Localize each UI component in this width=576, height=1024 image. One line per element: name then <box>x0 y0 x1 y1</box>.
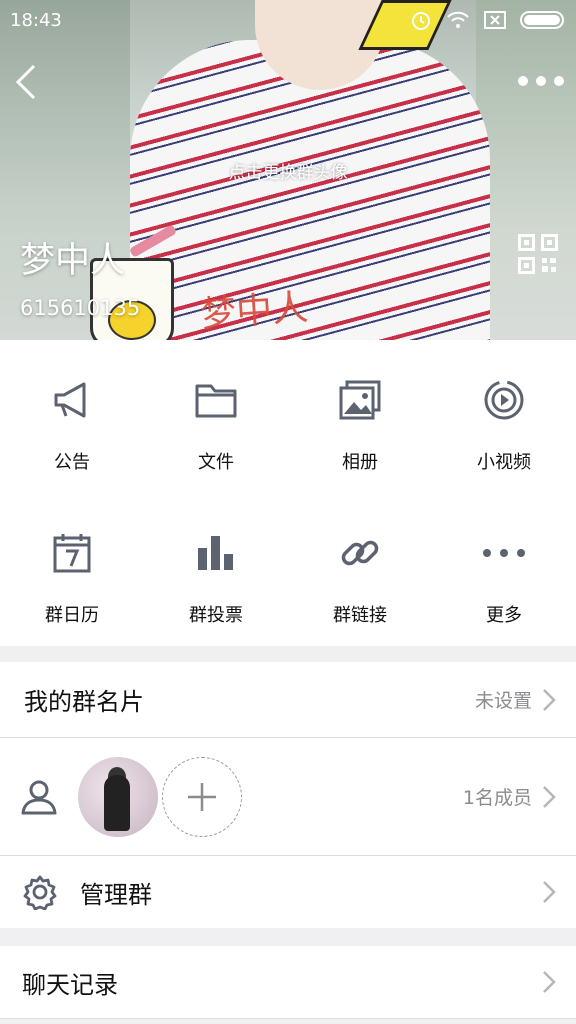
photo-album-icon <box>338 378 382 422</box>
grid-item-announcement[interactable]: 公告 <box>0 340 144 493</box>
grid-item-label: 相册 <box>342 452 378 473</box>
grid-item-vote[interactable]: 群投票 <box>144 493 288 646</box>
row-divider <box>0 1018 576 1019</box>
status-time: 18:43 <box>10 9 62 31</box>
gear-icon <box>23 875 57 910</box>
link-icon <box>338 531 382 575</box>
grid-item-calendar[interactable]: 群日历 <box>0 493 144 646</box>
manage-group-label: 管理群 <box>80 880 152 909</box>
chat-history-chevron-group <box>542 970 556 994</box>
grid-item-short-video[interactable]: 小视频 <box>432 340 576 493</box>
chevron-right-icon <box>543 785 556 808</box>
bar-chart-icon <box>194 531 238 575</box>
more-dots-icon <box>482 531 526 575</box>
chevron-right-icon <box>543 971 556 993</box>
grid-item-label: 公告 <box>54 452 90 473</box>
members-count: 1名成员 <box>462 787 532 809</box>
battery-icon <box>520 11 566 29</box>
grid-item-label: 文件 <box>198 452 234 473</box>
chevron-right-icon <box>543 881 556 903</box>
members-count-group: 1名成员 <box>463 783 556 810</box>
add-member-button[interactable] <box>162 756 242 837</box>
my-group-card-row[interactable]: 我的群名片 未设置 <box>0 662 576 737</box>
group-header: 梦中人 18:43 点击更换群头像 梦中人 615610135 <box>0 0 576 340</box>
dot-icon <box>554 76 564 86</box>
grid-item-label: 群链接 <box>333 605 387 626</box>
manage-group-row[interactable]: 管理群 <box>0 856 576 928</box>
sim-off-icon <box>484 11 506 29</box>
photo-caption: 梦中人 <box>198 287 310 336</box>
chat-history-label: 聊天记录 <box>22 970 118 999</box>
more-options-button[interactable] <box>518 66 564 96</box>
dot-icon <box>536 76 546 86</box>
change-group-avatar-link[interactable]: 点击更换群头像 <box>0 158 576 183</box>
folder-icon <box>194 378 238 422</box>
grid-item-label: 群投票 <box>189 605 243 626</box>
grid-item-label: 更多 <box>486 605 522 626</box>
alarm-icon <box>410 9 432 31</box>
wifi-icon <box>446 10 470 30</box>
grid-item-label: 群日历 <box>45 605 99 626</box>
my-group-card-value-group: 未设置 <box>475 686 556 713</box>
qr-code-button[interactable] <box>518 234 558 274</box>
manage-group-chevron-group <box>542 880 556 904</box>
back-button[interactable] <box>12 62 40 102</box>
grid-item-files[interactable]: 文件 <box>144 340 288 493</box>
grid-item-link[interactable]: 群链接 <box>288 493 432 646</box>
member-avatar[interactable] <box>78 756 158 837</box>
status-icons <box>410 9 566 31</box>
plus-icon <box>188 782 216 811</box>
group-function-grid: 公告 文件 相册 小视频 群日历 群投票 群链接 更多 <box>0 340 576 646</box>
status-bar: 18:43 <box>0 0 576 40</box>
chevron-right-icon <box>543 688 556 711</box>
my-group-card-label: 我的群名片 <box>24 688 144 716</box>
chat-history-row[interactable]: 聊天记录 <box>0 946 576 1018</box>
megaphone-icon <box>50 378 94 422</box>
dot-icon <box>518 76 528 86</box>
members-row[interactable]: 1名成员 <box>0 738 576 855</box>
members-icon <box>21 780 57 814</box>
grid-item-album[interactable]: 相册 <box>288 340 432 493</box>
my-group-card-value: 未设置 <box>474 690 532 712</box>
avatar-figure <box>104 774 130 831</box>
grid-item-label: 小视频 <box>477 452 531 473</box>
grid-item-more[interactable]: 更多 <box>432 493 576 646</box>
group-id: 615610135 <box>20 296 141 320</box>
qr-code-icon <box>518 234 558 274</box>
video-play-icon <box>482 378 526 422</box>
calendar-icon <box>50 531 94 575</box>
group-name: 梦中人 <box>20 241 126 281</box>
